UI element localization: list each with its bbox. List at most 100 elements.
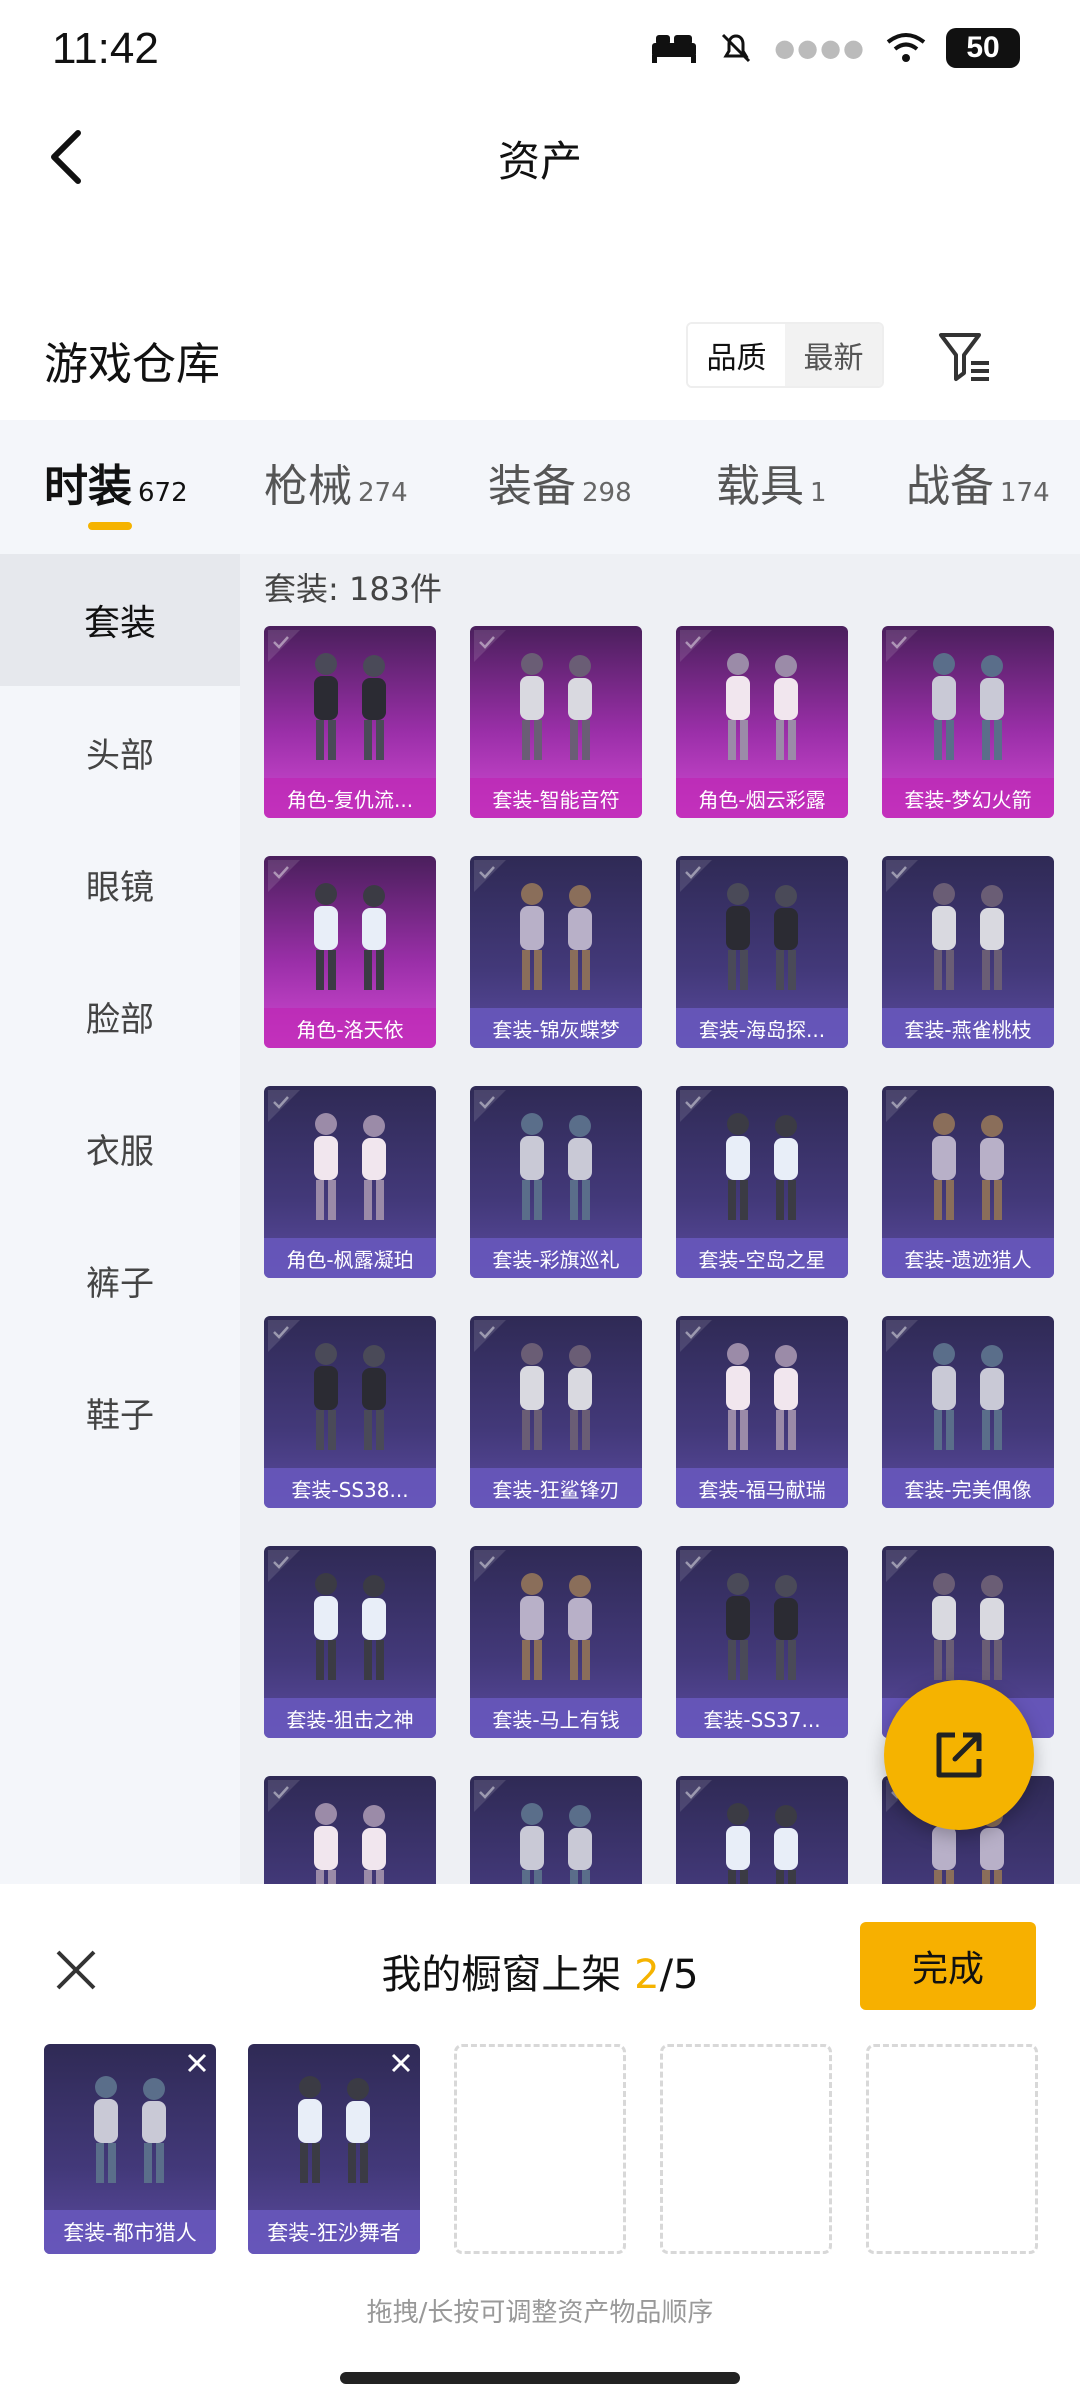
outfit-name: 套装-彩旗巡礼 [470,1238,642,1278]
outfit-card[interactable] [676,1776,848,1884]
outfit-figure-icon [726,1113,798,1220]
outfit-card[interactable]: 角色-洛天依 [264,856,436,1048]
outfit-name: 角色-烟云彩露 [676,778,848,818]
sort-quality-option[interactable]: 品质 [688,324,785,386]
outfit-figure-icon [520,1113,592,1220]
outfit-figure-icon [932,883,1004,990]
outfit-figure-icon [520,883,592,990]
done-button[interactable]: 完成 [860,1922,1036,2010]
outfit-card[interactable]: 套装-完美偶像 [882,1316,1054,1508]
showcase-slot-empty[interactable] [866,2044,1038,2254]
sidebar-item-clothes[interactable]: 衣服 [0,1082,240,1214]
tab-equipment[interactable]: 装备 298 [488,450,632,514]
outfit-figure-icon [726,1573,798,1680]
outfit-figure-icon [726,653,798,760]
outfit-figure-icon [520,1343,592,1450]
mute-bell-icon [722,33,751,63]
outfit-card[interactable]: 套装-锦灰蝶梦 [470,856,642,1048]
header: 资产 [0,100,1080,210]
sidebar-item-shoes[interactable]: 鞋子 [0,1346,240,1478]
remove-icon[interactable] [388,2050,414,2076]
tab-label: 枪械 [264,461,352,512]
outfit-card[interactable]: 套装-空岛之星 [676,1086,848,1278]
tab-count: 298 [582,478,632,508]
tab-label: 装备 [488,461,576,512]
outfit-name: 套装-海岛探... [676,1008,848,1048]
outfit-name: 套装-马上有钱 [470,1698,642,1738]
outfit-figure-icon [520,653,592,760]
outfit-figure-icon [314,1113,386,1220]
outfit-card[interactable]: 套装-SS38... [264,1316,436,1508]
outfit-name: 套装-梦幻火箭 [882,778,1054,818]
sidebar-item-glasses[interactable]: 眼镜 [0,818,240,950]
outfit-figure-icon [298,2076,370,2183]
item-count-label: 套装: 183件 [264,570,443,608]
outfit-figure-icon [726,1343,798,1450]
showcase-panel: 我的橱窗上架 2/5 完成 套装-都市猎人 套装-狂沙舞者 拖拽/长按可调整资产物… [0,1884,1080,2400]
tab-vehicles[interactable]: 载具 1 [716,450,827,514]
outfit-card[interactable]: 套装-狂鲨锋刃 [470,1316,642,1508]
outfit-figure-icon [314,1803,386,1884]
outfit-name: 套装-狂鲨锋刃 [470,1468,642,1508]
outfit-name: 套装-智能音符 [470,778,642,818]
outfit-figure-icon [314,1343,386,1450]
slot-name: 套装-狂沙舞者 [248,2210,420,2254]
outfit-card[interactable] [470,1776,642,1884]
outfit-figure-icon [520,1803,592,1884]
sort-toggle: 品质 最新 [686,322,884,388]
outfit-name: 角色-洛天依 [264,1008,436,1048]
outfit-card[interactable]: 套装-福马献瑞 [676,1316,848,1508]
tab-label: 载具 [716,461,804,512]
sidebar-item-outfit[interactable]: 套装 [0,554,240,686]
outfit-card[interactable]: 套装-燕雀桃枝 [882,856,1054,1048]
status-icons: ●●●● 50 [650,28,1020,68]
outfit-card[interactable]: 角色-烟云彩露 [676,626,848,818]
outfit-card[interactable]: 套装-智能音符 [470,626,642,818]
outfit-figure-icon [314,883,386,990]
outfit-card[interactable]: 角色-枫露凝珀 [264,1086,436,1278]
sidebar-item-head[interactable]: 头部 [0,686,240,818]
showcase-slot-empty[interactable] [454,2044,626,2254]
tab-guns[interactable]: 枪械 274 [264,450,408,514]
status-time: 11:42 [52,24,159,73]
showcase-slot-empty[interactable] [660,2044,832,2254]
wifi-icon [886,33,926,62]
tab-supplies[interactable]: 战备 174 [906,450,1050,514]
outfit-card[interactable]: 套装-狙击之神 [264,1546,436,1738]
filter-button[interactable] [930,322,1000,392]
outfit-name: 套装-锦灰蝶梦 [470,1008,642,1048]
showcase-slot-filled[interactable]: 套装-都市猎人 [44,2044,216,2254]
outfit-name: 套装-完美偶像 [882,1468,1054,1508]
outfit-card[interactable]: 套装-遗迹猎人 [882,1086,1054,1278]
tab-fashion[interactable]: 时装 672 [44,450,188,514]
tab-label: 战备 [906,461,994,512]
sort-newest-option[interactable]: 最新 [785,324,882,386]
battery-icon: 50 [946,28,1020,68]
outfit-figure-icon [314,653,386,760]
remove-icon[interactable] [184,2050,210,2076]
outfit-card[interactable]: 套装-彩旗巡礼 [470,1086,642,1278]
active-tab-indicator [88,522,132,530]
sidebar-item-face[interactable]: 脸部 [0,950,240,1082]
showcase-slot-filled[interactable]: 套装-狂沙舞者 [248,2044,420,2254]
outfit-figure-icon [932,1573,1004,1680]
outfit-name: 套装-燕雀桃枝 [882,1008,1054,1048]
outfit-card[interactable]: 套装-梦幻火箭 [882,626,1054,818]
outfit-card[interactable] [264,1776,436,1884]
outfit-card[interactable]: 套装-马上有钱 [470,1546,642,1738]
outfit-name: 角色-枫露凝珀 [264,1238,436,1278]
outfit-name: 套装-空岛之星 [676,1238,848,1278]
outfit-figure-icon [314,1573,386,1680]
outfit-card[interactable]: 角色-复仇流... [264,626,436,818]
outfit-card[interactable]: 套装-SS37... [676,1546,848,1738]
slot-name: 套装-都市猎人 [44,2210,216,2254]
outfit-figure-icon [520,1573,592,1680]
page-title: 资产 [497,137,582,186]
outfit-figure-icon [932,1113,1004,1220]
sidebar-item-pants[interactable]: 裤子 [0,1214,240,1346]
share-button[interactable] [884,1680,1034,1830]
outfit-name: 套装-遗迹猎人 [882,1238,1054,1278]
battery-level: 50 [966,31,1000,64]
outfit-name: 套装-SS37... [676,1698,848,1738]
outfit-card[interactable]: 套装-海岛探... [676,856,848,1048]
